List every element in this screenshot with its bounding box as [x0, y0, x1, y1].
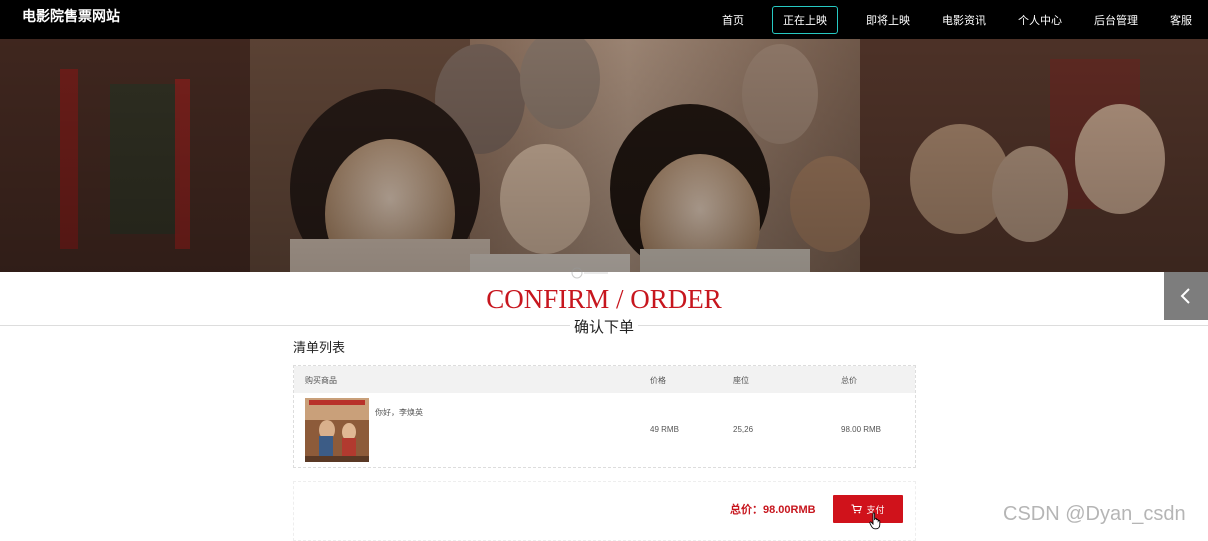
column-header-total: 总价: [841, 376, 857, 385]
table-header: 购买商品 价格 座位 总价: [294, 366, 915, 393]
page-title-en: CONFIRM / ORDER: [486, 284, 722, 314]
order-table: 购买商品 价格 座位 总价 你好，李焕英 49 RMB 25,26 98.00 …: [293, 365, 916, 468]
row-price: 49 RMB: [650, 425, 679, 434]
menu-item-admin[interactable]: 后台管理: [1090, 6, 1142, 34]
movie-name[interactable]: 你好，李焕英: [375, 407, 423, 418]
total-price-label: 总价：98.00RMB: [730, 504, 816, 516]
menu-item-coming-soon[interactable]: 即将上映: [862, 6, 914, 34]
menu-item-support[interactable]: 客服: [1166, 6, 1196, 34]
column-header-price: 价格: [650, 376, 666, 385]
hero-banner: [0, 39, 1208, 272]
pay-button[interactable]: 支付: [833, 495, 903, 523]
menu-item-personal-center[interactable]: 个人中心: [1014, 6, 1066, 34]
page-title-cn-wrap: 确认下单: [0, 316, 1208, 337]
back-button[interactable]: [1164, 272, 1208, 320]
cart-icon: [851, 504, 863, 514]
menu-item-now-showing[interactable]: 正在上映: [772, 5, 838, 34]
list-title: 清单列表: [293, 340, 346, 355]
page-title-cn: 确认下单: [569, 316, 638, 337]
banner-photo: [0, 39, 1208, 272]
title-decoration-icon: [571, 267, 608, 279]
hand-cursor-icon: [869, 512, 881, 530]
column-header-product: 购买商品: [305, 376, 337, 385]
top-navbar: 电影院售票网站 首页 正在上映 即将上映 电影资讯 个人中心 后台管理 客服: [0, 0, 1208, 39]
chevron-left-icon: [1180, 288, 1190, 304]
movie-poster[interactable]: [305, 398, 369, 462]
row-total: 98.00 RMB: [841, 425, 882, 434]
menu-item-home[interactable]: 首页: [718, 6, 748, 34]
order-summary: 总价：98.00RMB 支付: [293, 481, 916, 541]
row-seat: 25,26: [733, 425, 754, 434]
column-header-seat: 座位: [733, 376, 749, 385]
menu-item-movie-news[interactable]: 电影资讯: [938, 6, 990, 34]
main-menu: 首页 正在上映 即将上映 电影资讯 个人中心 后台管理 客服: [706, 0, 1208, 39]
site-brand[interactable]: 电影院售票网站: [22, 6, 120, 26]
watermark: CSDN @Dyan_csdn: [1003, 503, 1186, 525]
